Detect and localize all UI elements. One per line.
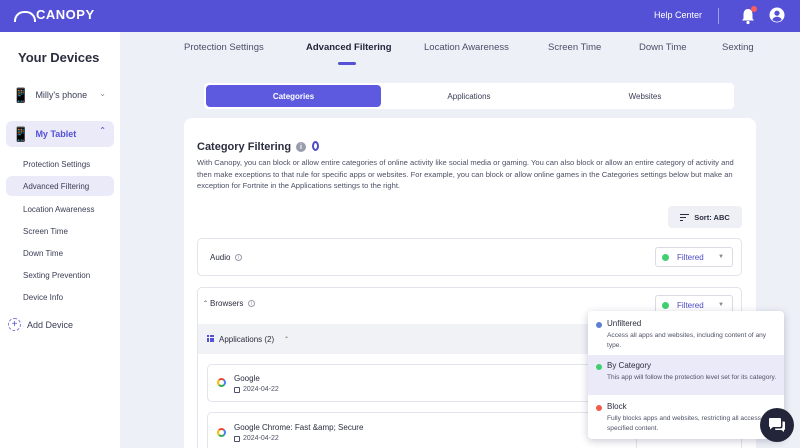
chrome-icon [217, 428, 226, 437]
menu-option-unfiltered[interactable]: Unfiltered Access all apps and websites,… [588, 313, 784, 355]
sidebar: Your Devices 📱 Milly's phone ⌄ 📱 My Tabl… [0, 32, 120, 448]
device-millys-phone[interactable]: 📱 Milly's phone ⌄ [6, 82, 114, 108]
option-label: By Category [607, 361, 652, 370]
segment-categories[interactable]: Categories [206, 85, 381, 107]
card-title: Category Filtering [197, 141, 292, 153]
option-label: Unfiltered [607, 319, 642, 328]
calendar-icon [234, 435, 240, 442]
sort-label: Sort: ABC [694, 212, 730, 222]
app-date: 2024-04-22 [234, 386, 279, 393]
status-value: Filtered [677, 300, 704, 310]
canopy-logo-icon [14, 9, 36, 22]
user-account-icon[interactable] [769, 7, 785, 23]
option-description: Access all apps and websites, including … [607, 332, 767, 349]
menu-option-by-category[interactable]: By Category This app will follow the pro… [588, 355, 784, 395]
category-label-audio: Audio [210, 253, 231, 262]
app-name: Google [234, 374, 260, 383]
tablet-icon: 📱 [12, 125, 30, 142]
app-name: Google Chrome: Fast &amp; Secure [234, 423, 364, 432]
sort-button[interactable]: Sort: ABC [668, 206, 742, 228]
phone-icon: 📱 [12, 86, 30, 103]
sidebar-item-sexting-prevention[interactable]: Sexting Prevention [6, 265, 114, 285]
device-name: My Tablet [35, 129, 77, 139]
tab-sexting[interactable]: Sexting [722, 42, 754, 53]
info-icon[interactable]: i [296, 142, 306, 152]
device-my-tablet[interactable]: 📱 My Tablet ⌃ [6, 121, 114, 147]
status-value: Filtered [677, 252, 704, 262]
option-label: Block [607, 402, 627, 411]
tab-advanced-filtering[interactable]: Advanced Filtering [306, 42, 392, 53]
status-dot-icon [596, 322, 602, 328]
filter-type-segmented-control: Categories Applications Websites [204, 83, 734, 109]
google-icon [217, 378, 226, 387]
status-dot-icon [662, 253, 669, 261]
chat-bubble-icon [769, 418, 785, 432]
sidebar-title: Your Devices [18, 50, 100, 65]
sidebar-item-protection-settings[interactable]: Protection Settings [6, 154, 114, 174]
calendar-icon [234, 386, 240, 393]
tab-protection-settings[interactable]: Protection Settings [184, 42, 264, 53]
header-divider [718, 8, 719, 24]
sidebar-item-location-awareness[interactable]: Location Awareness [6, 199, 114, 219]
brand-name: CANOPY [36, 7, 95, 22]
app-date-value: 2024-04-22 [243, 435, 279, 442]
menu-option-block[interactable]: Block Fully blocks apps and websites, re… [588, 396, 784, 438]
device-name: Milly's phone [35, 90, 88, 100]
active-tab-indicator [338, 62, 356, 65]
canopy-logo[interactable]: CANOPY [14, 7, 95, 22]
tab-screen-time[interactable]: Screen Time [548, 42, 601, 53]
segment-applications[interactable]: Applications [384, 83, 554, 109]
tab-down-time[interactable]: Down Time [639, 42, 687, 53]
status-dropdown-audio[interactable]: Filtered ▼ [655, 247, 733, 267]
chat-button[interactable] [760, 408, 794, 442]
chevron-up-icon[interactable]: ⌃ [284, 336, 289, 343]
add-device-label: Add Device [27, 319, 74, 330]
app-date-value: 2024-04-22 [243, 386, 279, 393]
chevron-up-icon: ⌃ [99, 126, 106, 135]
status-dropdown-menu: Unfiltered Access all apps and websites,… [588, 311, 784, 439]
sidebar-item-down-time[interactable]: Down Time [6, 243, 114, 263]
option-description: This app will follow the protection leve… [607, 374, 777, 381]
sort-icon [680, 213, 690, 221]
status-dot-icon [596, 364, 602, 370]
chevron-down-icon: ⌄ [99, 89, 106, 98]
sidebar-item-device-info[interactable]: Device Info [6, 287, 114, 307]
caret-down-icon: ▼ [718, 254, 724, 260]
grid-icon [207, 335, 214, 342]
chevron-up-icon[interactable]: ⌃ [203, 300, 208, 307]
applications-header-label: Applications (2) [219, 335, 275, 344]
app-date: 2024-04-22 [234, 435, 279, 442]
segment-websites[interactable]: Websites [559, 83, 731, 109]
top-bar: CANOPY Help Center [0, 0, 800, 32]
plus-icon: + [8, 318, 21, 331]
info-icon[interactable]: i [248, 300, 255, 307]
category-filtering-description: With Canopy, you can block or allow enti… [197, 158, 734, 190]
caret-down-icon: ▼ [718, 302, 724, 308]
video-help-icon[interactable] [312, 141, 319, 151]
info-icon[interactable]: i [235, 254, 242, 261]
status-dot-icon [596, 405, 602, 411]
tab-location-awareness[interactable]: Location Awareness [424, 42, 509, 53]
sidebar-item-advanced-filtering[interactable]: Advanced Filtering [6, 176, 114, 196]
sidebar-item-screen-time[interactable]: Screen Time [6, 221, 114, 241]
add-device-button[interactable]: + Add Device [8, 318, 73, 331]
status-dot-icon [662, 301, 669, 309]
category-label-browsers: Browsers [210, 299, 244, 308]
help-center-link[interactable]: Help Center [654, 10, 702, 20]
option-description: Fully blocks apps and websites, restrict… [607, 415, 769, 432]
notification-badge [751, 6, 757, 12]
app-card-google[interactable] [207, 364, 637, 402]
